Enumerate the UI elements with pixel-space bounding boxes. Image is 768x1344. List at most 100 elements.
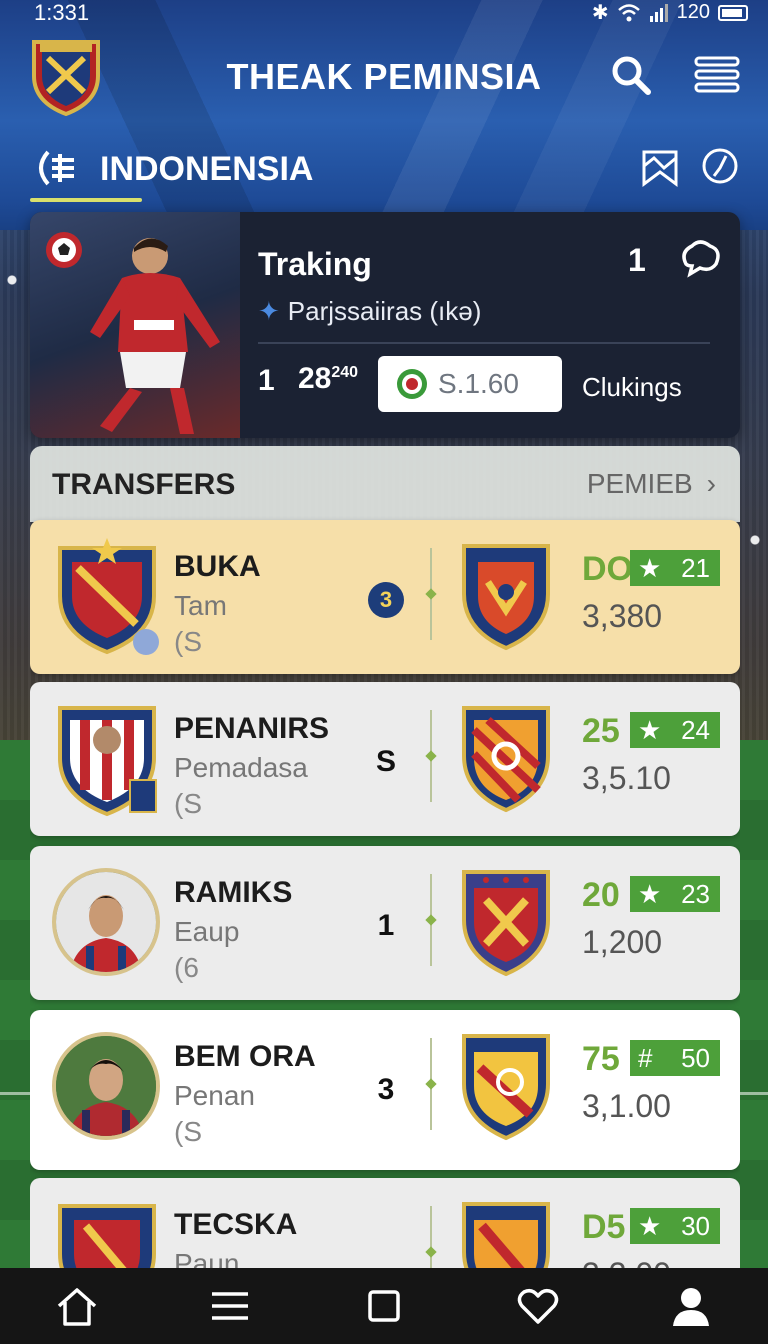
star-icon: ★ bbox=[638, 552, 662, 583]
wifi-icon bbox=[617, 3, 640, 21]
list-menu-icon[interactable] bbox=[694, 52, 740, 98]
transfer-row[interactable]: BUKA Tam (S 3 DO ★ 21 3,380 bbox=[30, 520, 740, 674]
featured-player-card[interactable]: Traking 1 ✦ Parjssaiiras (ıkə) 1 28240 S… bbox=[30, 212, 740, 438]
featured-rank: 1 bbox=[258, 364, 275, 397]
transfer-value: 3,380 bbox=[582, 598, 663, 634]
transfers-more-link[interactable]: PEMIEB › bbox=[587, 468, 716, 500]
compass-icon[interactable] bbox=[700, 146, 740, 186]
player-avatar bbox=[52, 868, 160, 976]
transfer-score: 75 bbox=[582, 1040, 620, 1078]
player-position: Eaup bbox=[174, 916, 240, 947]
star-icon: ★ bbox=[638, 714, 662, 745]
country-name: INDONENSIA bbox=[100, 150, 314, 188]
app-header: THEAK PEMINSIA bbox=[0, 30, 768, 130]
transfer-value: 3,5.10 bbox=[582, 760, 671, 796]
transfers-panel: TRANSFERS PEMIEB › BUKA Tam (S 3 DO ★ 21 bbox=[30, 446, 740, 1270]
transfer-arrow bbox=[430, 1038, 432, 1130]
featured-stat-value: 28 bbox=[298, 362, 332, 395]
flag-icon[interactable] bbox=[640, 148, 680, 188]
transfers-header: TRANSFERS PEMIEB › bbox=[30, 446, 740, 522]
profile-icon[interactable] bbox=[667, 1282, 715, 1330]
transfer-row[interactable]: RAMIKS Eaup (6 1 20 ★ 23 1,200 bbox=[30, 846, 740, 1000]
featured-title: Traking bbox=[258, 246, 372, 282]
position-badge: S bbox=[375, 745, 396, 778]
position-badge: 3 bbox=[377, 1073, 395, 1106]
transfer-score: D5 bbox=[582, 1208, 626, 1246]
rating-badge: ★ 24 bbox=[630, 712, 720, 748]
sparkle-icon: ✦ bbox=[258, 296, 280, 326]
destination-club-crest-icon bbox=[462, 706, 550, 813]
chevron-right-icon: › bbox=[706, 468, 716, 499]
player-name: RAMIKS bbox=[174, 876, 293, 909]
rating-badge: ★ 21 bbox=[630, 550, 720, 586]
position-badge: 1 bbox=[377, 909, 395, 942]
square-icon[interactable] bbox=[360, 1282, 408, 1330]
transfer-arrow bbox=[430, 710, 432, 802]
player-position: Penan bbox=[174, 1080, 255, 1111]
coin-icon bbox=[397, 369, 427, 399]
player-note: (S bbox=[174, 788, 202, 819]
status-bar: 1:331 ✱ 120 bbox=[0, 0, 768, 28]
transfers-more-label: PEMIEB bbox=[586, 468, 693, 499]
featured-subtitle: ✦ Parjssaiiras (ıkə) bbox=[258, 296, 481, 327]
transfer-row[interactable]: BEM ORA Penan (S 3 75 # 50 3,1.00 bbox=[30, 1010, 740, 1170]
rating-value: 23 bbox=[681, 878, 710, 909]
player-position: Paun bbox=[174, 1248, 240, 1270]
featured-count: 1 bbox=[628, 242, 646, 278]
league-icon bbox=[39, 150, 74, 186]
destination-club-crest-icon bbox=[462, 870, 550, 977]
hashtag-icon: # bbox=[638, 1042, 653, 1073]
transfer-arrow bbox=[430, 874, 432, 966]
bottom-navigation bbox=[0, 1268, 768, 1344]
transfer-score: DO bbox=[582, 550, 633, 588]
rating-value: 30 bbox=[681, 1210, 710, 1241]
transfer-row[interactable]: PENANIRS Pemadasa (S S 25 ★ 24 3,5.10 bbox=[30, 682, 740, 836]
player-position: Tam bbox=[174, 590, 227, 621]
rating-value: 50 bbox=[681, 1042, 710, 1073]
player-portrait bbox=[56, 1036, 156, 1136]
star-icon: ★ bbox=[638, 1210, 662, 1241]
transfer-value: 3,1.00 bbox=[582, 1088, 671, 1124]
transfer-score: 20 bbox=[582, 876, 620, 914]
price-pill[interactable]: S.1.60 bbox=[378, 356, 562, 412]
price-value: S.1.60 bbox=[438, 368, 519, 399]
destination-club-crest-icon bbox=[462, 1034, 550, 1141]
player-note: (S bbox=[174, 1116, 202, 1147]
divider bbox=[258, 342, 710, 344]
position-badge: 3 bbox=[368, 582, 404, 618]
transfers-title: TRANSFERS bbox=[52, 468, 236, 501]
rating-badge: # 50 bbox=[630, 1040, 720, 1076]
club-crest-icon bbox=[58, 706, 157, 817]
bluetooth-icon: ✱ bbox=[591, 2, 609, 24]
transfer-score: 25 bbox=[582, 712, 620, 750]
home-icon[interactable] bbox=[53, 1282, 101, 1330]
signal-icon bbox=[649, 3, 668, 22]
featured-subtitle-text: Parjssaiiras (ıkə) bbox=[287, 296, 482, 326]
status-icons: ✱ 120 bbox=[592, 0, 748, 25]
destination-club-crest-icon bbox=[462, 1202, 550, 1270]
heart-icon[interactable] bbox=[514, 1282, 562, 1330]
transfer-arrow bbox=[430, 1206, 432, 1270]
search-icon[interactable] bbox=[608, 52, 654, 98]
transfer-value: 1,200 bbox=[582, 924, 663, 960]
featured-stat-sup: 240 bbox=[331, 364, 359, 381]
featured-label: Clukings bbox=[582, 372, 682, 402]
player-avatar bbox=[52, 1032, 160, 1140]
rating-badge: ★ 23 bbox=[630, 876, 720, 912]
country-tab[interactable]: INDONENSIA bbox=[30, 140, 740, 206]
chat-bubble-icon[interactable] bbox=[678, 238, 722, 278]
status-time: 1:331 bbox=[34, 0, 90, 25]
menu-icon[interactable] bbox=[206, 1282, 254, 1330]
battery-icon bbox=[718, 4, 748, 21]
rating-value: 21 bbox=[681, 552, 710, 583]
player-name: BEM ORA bbox=[174, 1040, 316, 1073]
player-portrait bbox=[56, 872, 156, 972]
transfer-row[interactable]: TECSKA Paun D5 ★ 30 3,3.00 bbox=[30, 1178, 740, 1270]
rating-value: 24 bbox=[681, 714, 710, 745]
destination-club-crest-icon bbox=[462, 544, 550, 651]
club-crest-icon bbox=[58, 1204, 156, 1270]
player-name: PENANIRS bbox=[174, 712, 330, 745]
player-position: Pemadasa bbox=[174, 752, 308, 783]
player-note: (6 bbox=[174, 952, 199, 983]
rating-badge: ★ 30 bbox=[630, 1208, 720, 1244]
